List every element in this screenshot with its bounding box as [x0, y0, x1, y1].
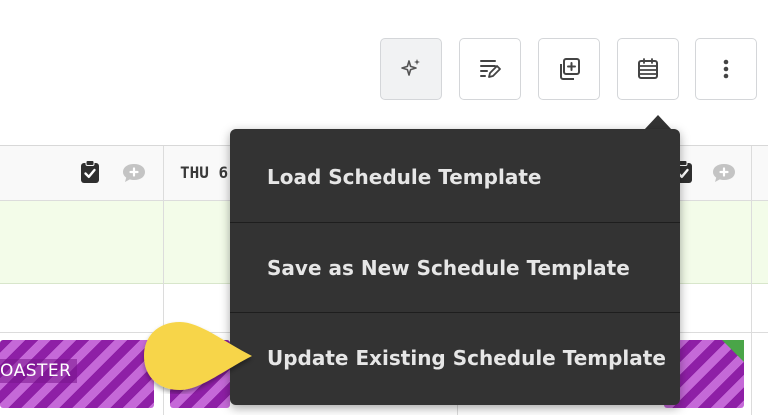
duplicate-button[interactable]: [538, 38, 600, 100]
copy-add-icon: [560, 58, 580, 80]
status-corner-marker: [722, 340, 744, 362]
menu-caret: [644, 115, 672, 130]
column-divider: [751, 146, 752, 415]
comment-icon[interactable]: [121, 162, 147, 184]
schedule-template-button[interactable]: [617, 38, 679, 100]
day-header-thu[interactable]: THU 6: [180, 163, 228, 182]
shift-block[interactable]: OASTER: [0, 340, 154, 408]
more-vertical-icon: [723, 59, 729, 79]
clipboard-check-icon[interactable]: [80, 160, 100, 184]
shift-role-label: OASTER: [0, 359, 78, 383]
menu-item-load-template[interactable]: Load Schedule Template: [230, 132, 680, 222]
highlight-pointer-icon: [144, 322, 252, 390]
menu-item-update-existing-template[interactable]: Update Existing Schedule Template: [230, 312, 680, 402]
sparkle-icon: [401, 59, 420, 76]
menu-item-save-new-template[interactable]: Save as New Schedule Template: [230, 222, 680, 312]
edit-list-icon: [480, 60, 501, 78]
edit-notes-button[interactable]: [459, 38, 521, 100]
more-options-button[interactable]: [695, 38, 757, 100]
calendar-grid-icon: [638, 58, 658, 79]
comment-icon[interactable]: [711, 162, 737, 184]
ai-assist-button[interactable]: [380, 38, 442, 100]
schedule-template-menu: Load Schedule Template Save as New Sched…: [230, 129, 680, 405]
